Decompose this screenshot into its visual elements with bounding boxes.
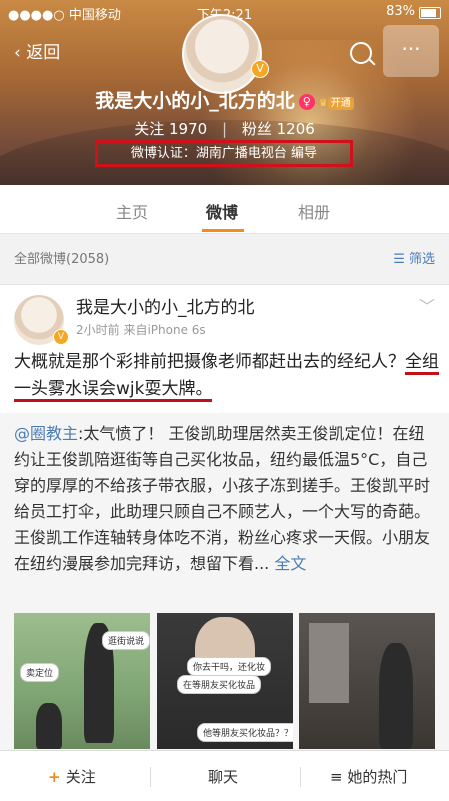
image-caption: 卖定位 (20, 663, 60, 682)
back-label: 返回 (26, 43, 61, 63)
profile-header: ●●●●○ 中国移动 下午2:21 83% ‹ 返回 ··· V 我是大小的小_… (0, 0, 449, 185)
filter-bar: 全部微博(2058) ☰ 筛选 (0, 234, 449, 276)
follow-button-label: 关注 (65, 768, 96, 786)
weibo-count: 全部微博(2058) (14, 252, 110, 267)
repost-text: @圈教主:太气愤了！ 王俊凯助理居然卖王俊凯定位！在纽约让王俊凯陪逛街等自己买化… (14, 421, 439, 577)
fans-count: 1206 (276, 120, 315, 138)
image-caption: 你去干吗，还化妆 (187, 657, 272, 676)
verified-badge-icon: V (53, 329, 69, 345)
stat-divider: | (221, 120, 228, 138)
profile-stats: 关注 1970 | 粉丝 1206 (0, 118, 449, 139)
avatar[interactable] (182, 14, 262, 94)
fans-stat[interactable]: 粉丝 1206 (242, 120, 315, 138)
filter-icon: ☰ (393, 252, 409, 267)
back-button[interactable]: ‹ 返回 (14, 38, 60, 63)
post-image-1[interactable]: 逛街说说 卖定位 (14, 613, 150, 749)
vip-label: 开通 (327, 97, 354, 110)
full-text-link[interactable]: 全文 (274, 554, 306, 573)
profile-name-row: 我是大小的小_北方的北 ♀ ♛ 开通 (0, 86, 449, 113)
image-caption: 逛街说说 (102, 631, 150, 650)
follow-button[interactable]: + 关注 (48, 766, 96, 787)
store-shelf (309, 623, 349, 703)
hot-posts-label: 她的热门 (347, 768, 408, 786)
divider (150, 767, 151, 787)
crown-icon: ♛ (318, 98, 328, 109)
tab-album[interactable]: 相册 (298, 199, 330, 223)
menu-icon: ≡ (330, 768, 348, 786)
post-author[interactable]: 我是大小的小_北方的北 (76, 293, 255, 318)
image-caption: 他等朋友买化妆品？？？ (197, 723, 293, 742)
chevron-left-icon: ‹ (14, 43, 27, 63)
active-tab-indicator (202, 229, 244, 232)
hot-posts-button[interactable]: ≡ 她的热门 (330, 766, 407, 787)
filter-label: 筛选 (408, 252, 435, 267)
post-text: 大概就是那个彩排前把摄像老师都赶出去的经纪人？全组一头雾水误会wjk耍大牌。 (14, 349, 439, 403)
verification-info: 微博认证：湖南广播电视台 编导 (95, 140, 353, 167)
image-caption: 在等朋友买化妆品 (177, 675, 262, 694)
chevron-down-icon[interactable]: ﹀ (419, 293, 435, 317)
follow-label: 关注 (134, 120, 165, 138)
more-button[interactable]: ··· (383, 25, 439, 77)
plus-icon: + (48, 768, 66, 786)
fans-label: 粉丝 (241, 120, 272, 138)
person-figure (379, 643, 413, 749)
post-text-main: 大概就是那个彩排前把摄像老师都赶出去的经纪人？ (14, 352, 405, 372)
tab-home[interactable]: 主页 (116, 199, 148, 223)
female-icon: ♀ (298, 93, 315, 110)
person-figure (36, 703, 62, 749)
search-icon[interactable] (350, 42, 372, 64)
battery-percent: 83% (386, 4, 415, 19)
post-image-2[interactable]: 你去干吗，还化妆 在等朋友买化妆品 他等朋友买化妆品？？？ (157, 613, 293, 749)
profile-tabs: 主页 微博 相册 (0, 185, 449, 234)
repost-block[interactable]: @圈教主:太气愤了！ 王俊凯助理居然卖王俊凯定位！在纽约让王俊凯陪逛街等自己买化… (0, 413, 449, 751)
tab-weibo[interactable]: 微博 (206, 199, 238, 223)
battery-icon (419, 7, 441, 19)
post-image-3[interactable] (299, 613, 435, 749)
post-meta: 2小时前 来自iPhone 6s (76, 323, 206, 337)
repost-mention-link[interactable]: @圈教主 (14, 424, 78, 443)
follow-stat[interactable]: 关注 1970 (134, 120, 207, 138)
verified-badge-icon: V (251, 60, 269, 78)
profile-name: 我是大小的小_北方的北 (95, 90, 295, 112)
repost-body: :太气愤了！ 王俊凯助理居然卖王俊凯定位！在纽约让王俊凯陪逛街等自己买化妆品，纽… (14, 424, 431, 573)
vip-badge[interactable]: ♛ 开通 (318, 94, 354, 110)
chat-button[interactable]: 聊天 (208, 766, 238, 787)
follow-count: 1970 (169, 120, 208, 138)
filter-button[interactable]: ☰ 筛选 (393, 248, 435, 267)
post-card: V 我是大小的小_北方的北 2小时前 来自iPhone 6s ﹀ 大概就是那个彩… (0, 284, 449, 751)
bottom-action-bar: + 关注 聊天 ≡ 她的热门 (0, 750, 449, 801)
divider (300, 767, 301, 787)
